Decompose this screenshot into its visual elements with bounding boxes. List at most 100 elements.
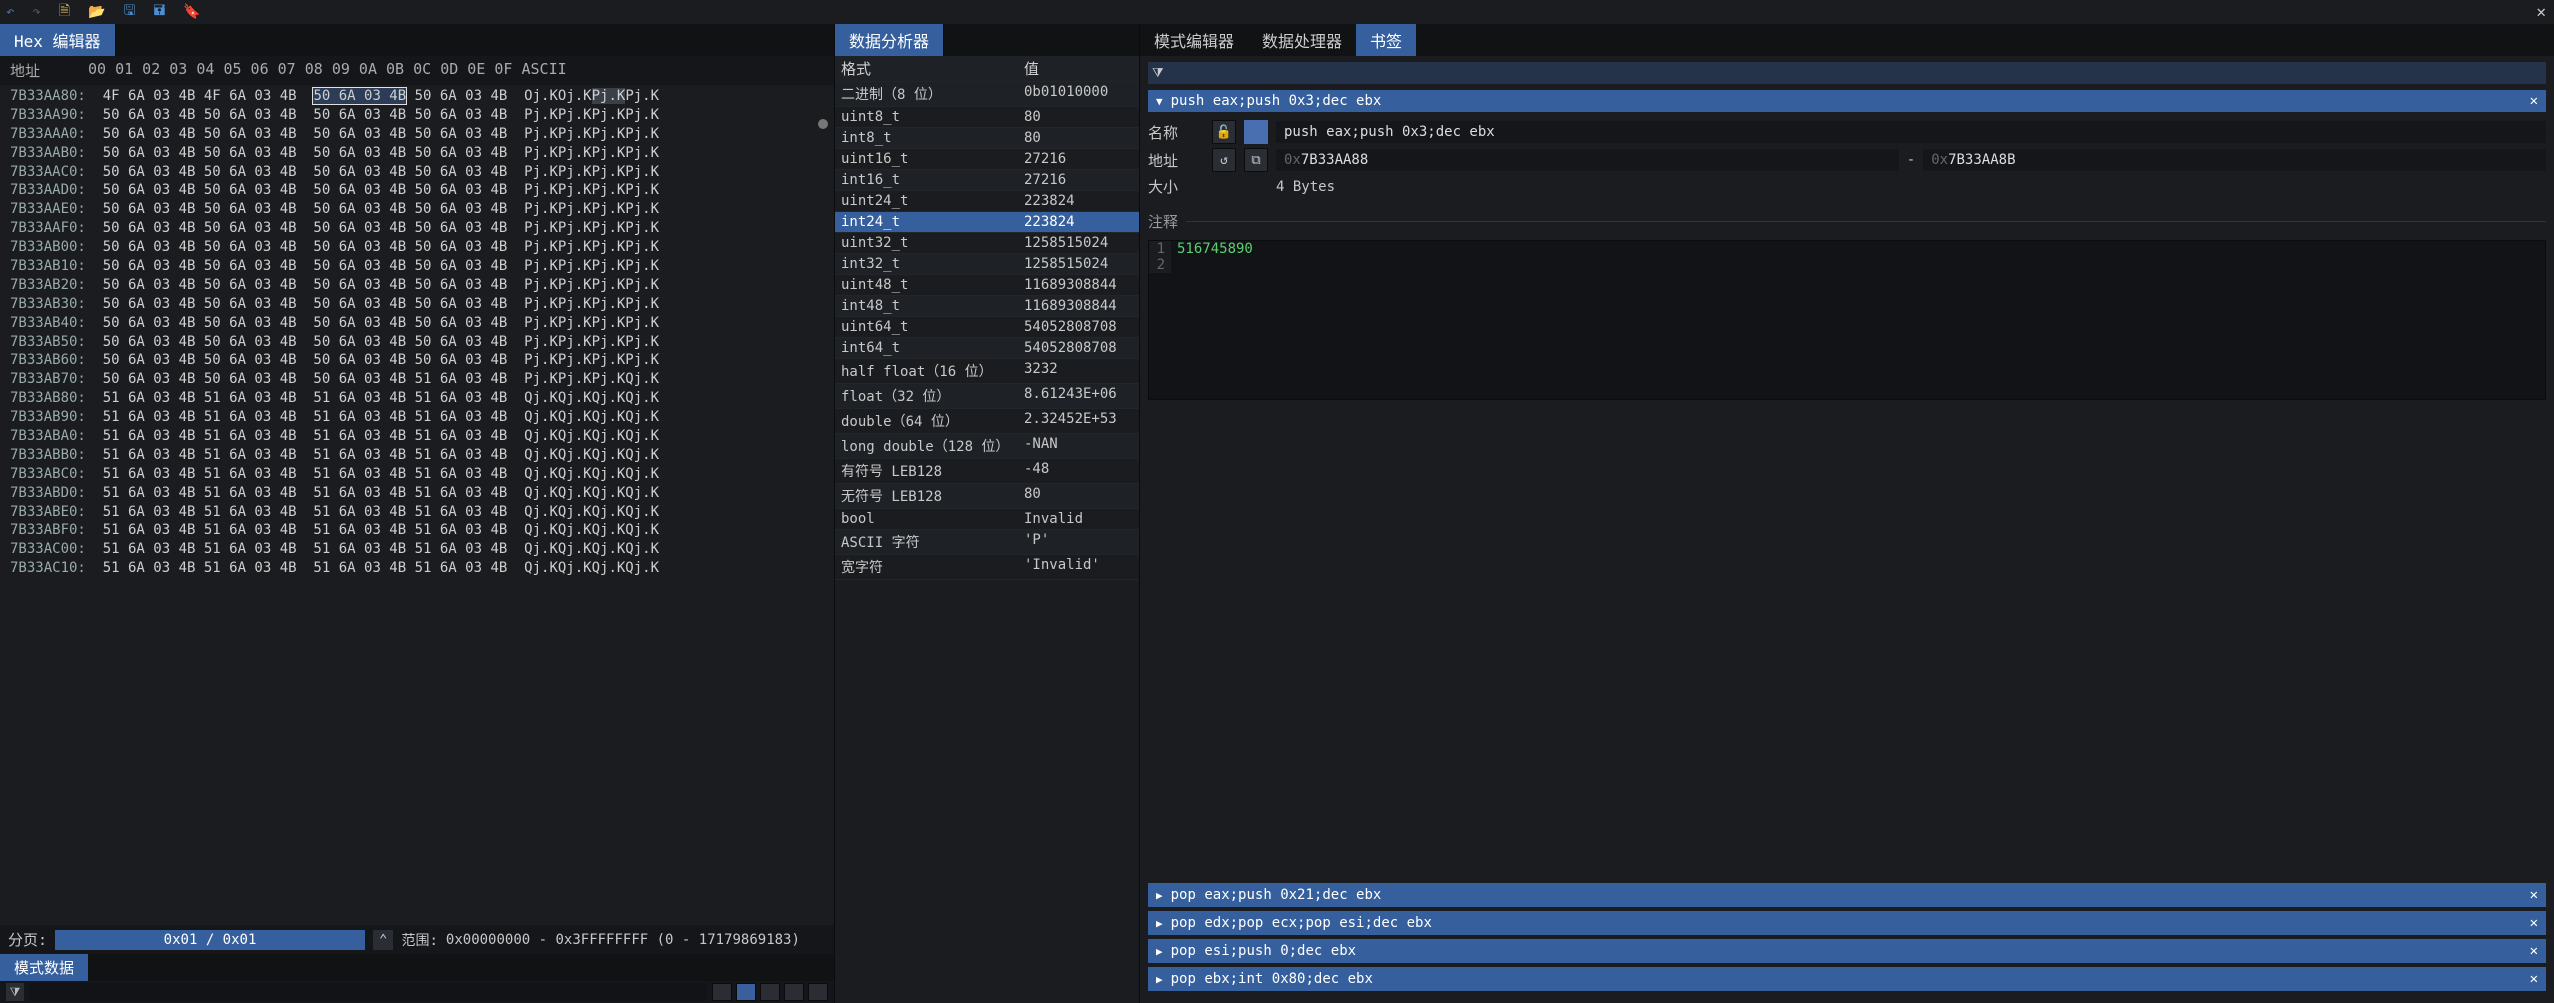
close-icon[interactable]: ✕ [2530,93,2538,109]
pattern-filter-input[interactable] [30,983,706,1001]
hex-view[interactable]: 7B33AA80: 4F 6A 03 4B 4F 6A 03 4B 50 6A … [0,85,834,925]
new-file-icon[interactable]: 🗎 [59,0,70,24]
tab-data-analyzer[interactable]: 数据分析器 [835,24,944,56]
analyzer-row[interactable]: int8_t80 [835,128,1139,149]
bookmark-icon[interactable]: 🔖 [183,4,200,20]
color-swatch[interactable] [1244,120,1268,144]
view-mode-4-icon[interactable] [784,983,804,1001]
analyzer-row[interactable]: uint32_t1258515024 [835,233,1139,254]
hex-row[interactable]: 7B33AB00: 50 6A 03 4B 50 6A 03 4B 50 6A … [10,238,824,257]
hex-row[interactable]: 7B33ABF0: 51 6A 03 4B 51 6A 03 4B 51 6A … [10,521,824,540]
close-icon[interactable]: ✕ [2536,2,2546,21]
hex-row[interactable]: 7B33AAD0: 50 6A 03 4B 50 6A 03 4B 50 6A … [10,181,824,200]
hex-row[interactable]: 7B33ABE0: 51 6A 03 4B 51 6A 03 4B 51 6A … [10,503,824,522]
hex-row[interactable]: 7B33ABC0: 51 6A 03 4B 51 6A 03 4B 51 6A … [10,465,824,484]
undo-icon[interactable]: ↶ [6,4,14,20]
filter-icon[interactable]: ⧩ [1152,66,1164,81]
view-mode-5-icon[interactable] [808,983,828,1001]
hex-row[interactable]: 7B33AB60: 50 6A 03 4B 50 6A 03 4B 50 6A … [10,351,824,370]
hex-row[interactable]: 7B33AB80: 51 6A 03 4B 51 6A 03 4B 51 6A … [10,389,824,408]
hex-row[interactable]: 7B33ABD0: 51 6A 03 4B 51 6A 03 4B 51 6A … [10,484,824,503]
tab-data-processor[interactable]: 数据处理器 [1248,24,1356,56]
analyzer-row[interactable]: 有符号 LEB128-48 [835,459,1139,484]
hex-row[interactable]: 7B33ABB0: 51 6A 03 4B 51 6A 03 4B 51 6A … [10,446,824,465]
hex-row[interactable]: 7B33AAE0: 50 6A 03 4B 50 6A 03 4B 50 6A … [10,200,824,219]
range-label: 范围: [401,930,437,950]
hex-row[interactable]: 7B33ABA0: 51 6A 03 4B 51 6A 03 4B 51 6A … [10,427,824,446]
analyzer-row[interactable]: int32_t1258515024 [835,254,1139,275]
analyzer-row[interactable]: 二进制（8 位）0b01010000 [835,82,1139,107]
close-icon[interactable]: ✕ [2530,915,2538,931]
bookmark-header[interactable]: ▼ push eax;push 0x3;dec ebx ✕ [1148,90,2546,112]
hex-row[interactable]: 7B33AB10: 50 6A 03 4B 50 6A 03 4B 50 6A … [10,257,824,276]
analyzer-row[interactable]: long double（128 位）-NAN [835,434,1139,459]
hex-row[interactable]: 7B33AAF0: 50 6A 03 4B 50 6A 03 4B 50 6A … [10,219,824,238]
close-icon[interactable]: ✕ [2530,943,2538,959]
comment-editor[interactable]: 15167458902 [1148,240,2546,400]
hex-row[interactable]: 7B33AAB0: 50 6A 03 4B 50 6A 03 4B 50 6A … [10,144,824,163]
hex-row[interactable]: 7B33AB20: 50 6A 03 4B 50 6A 03 4B 50 6A … [10,276,824,295]
hex-row[interactable]: 7B33AA90: 50 6A 03 4B 50 6A 03 4B 50 6A … [10,106,824,125]
page-label: 分页: [8,929,47,950]
bookmark-filter-bar: ⧩ [1148,62,2546,84]
copy-icon[interactable]: ⧉ [1244,148,1268,172]
bookmark-item[interactable]: ▶pop eax;push 0x21;dec ebx✕ [1148,883,2546,907]
addr-from-input[interactable]: 0x7B33AA88 [1276,149,1899,171]
addr-label: 地址 [1148,150,1204,171]
analyzer-row[interactable]: boolInvalid [835,509,1139,530]
bookmark-item[interactable]: ▶pop ebx;int 0x80;dec ebx✕ [1148,967,2546,991]
bookmark-list: ▶pop eax;push 0x21;dec ebx✕ ▶pop edx;pop … [1148,883,2546,991]
tab-hex-editor[interactable]: Hex 编辑器 [0,24,116,56]
scrollbar-thumb[interactable] [818,119,828,129]
save-icon[interactable]: 🖫 [124,0,136,24]
save-as-icon[interactable]: 🖬 [154,0,166,24]
hex-row[interactable]: 7B33AAC0: 50 6A 03 4B 50 6A 03 4B 50 6A … [10,163,824,182]
tab-bookmarks[interactable]: 书签 [1356,24,1416,56]
analyzer-row[interactable]: double（64 位）2.32452E+53 [835,409,1139,434]
analyzer-row[interactable]: uint48_t11689308844 [835,275,1139,296]
page-indicator[interactable]: 0x01 / 0x01 [55,930,365,950]
view-mode-1-icon[interactable] [712,983,732,1001]
name-input[interactable]: push eax;push 0x3;dec ebx [1276,121,2546,143]
chevron-right-icon: ▶ [1156,945,1163,958]
analyzer-row[interactable]: int64_t54052808708 [835,338,1139,359]
open-folder-icon[interactable]: 📂 [88,4,105,20]
analyzer-row[interactable]: int16_t27216 [835,170,1139,191]
analyzer-row[interactable]: half float（16 位）3232 [835,359,1139,384]
analyzer-row[interactable]: uint24_t223824 [835,191,1139,212]
tab-pattern-editor[interactable]: 模式编辑器 [1140,24,1248,56]
hex-row[interactable]: 7B33AB90: 51 6A 03 4B 51 6A 03 4B 51 6A … [10,408,824,427]
analyzer-row[interactable]: ASCII 字符'P' [835,530,1139,555]
close-icon[interactable]: ✕ [2530,971,2538,987]
hex-row[interactable]: 7B33AB50: 50 6A 03 4B 50 6A 03 4B 50 6A … [10,333,824,352]
size-label: 大小 [1148,176,1204,197]
hex-row[interactable]: 7B33AB30: 50 6A 03 4B 50 6A 03 4B 50 6A … [10,295,824,314]
refresh-icon[interactable]: ↺ [1212,148,1236,172]
analyzer-row[interactable]: int48_t11689308844 [835,296,1139,317]
analyzer-row[interactable]: uint8_t80 [835,107,1139,128]
hex-row[interactable]: 7B33AB40: 50 6A 03 4B 50 6A 03 4B 50 6A … [10,314,824,333]
analyzer-row[interactable]: uint16_t27216 [835,149,1139,170]
tab-pattern-data[interactable]: 模式数据 [0,954,88,981]
hex-row[interactable]: 7B33AC10: 51 6A 03 4B 51 6A 03 4B 51 6A … [10,559,824,578]
addr-label: 地址 [10,60,80,81]
hex-row[interactable]: 7B33AB70: 50 6A 03 4B 50 6A 03 4B 50 6A … [10,370,824,389]
close-icon[interactable]: ✕ [2530,887,2538,903]
view-mode-3-icon[interactable] [760,983,780,1001]
analyzer-row[interactable]: 宽字符'Invalid' [835,555,1139,580]
hex-row[interactable]: 7B33AAA0: 50 6A 03 4B 50 6A 03 4B 50 6A … [10,125,824,144]
hex-row[interactable]: 7B33AC00: 51 6A 03 4B 51 6A 03 4B 51 6A … [10,540,824,559]
bookmark-item[interactable]: ▶pop esi;push 0;dec ebx✕ [1148,939,2546,963]
bookmark-item[interactable]: ▶pop edx;pop ecx;pop esi;dec ebx✕ [1148,911,2546,935]
page-up-icon[interactable]: ⌃ [373,930,393,950]
hex-row[interactable]: 7B33AA80: 4F 6A 03 4B 4F 6A 03 4B 50 6A … [10,87,824,106]
lock-icon[interactable]: 🔓 [1212,120,1236,144]
addr-to-input[interactable]: 0x7B33AA8B [1923,149,2546,171]
analyzer-row[interactable]: uint64_t54052808708 [835,317,1139,338]
redo-icon[interactable]: ↷ [32,4,40,20]
analyzer-row[interactable]: int24_t223824 [835,212,1139,233]
filter-icon[interactable]: ⧩ [6,983,24,1001]
view-mode-2-icon[interactable] [736,983,756,1001]
analyzer-row[interactable]: float（32 位）8.61243E+06 [835,384,1139,409]
analyzer-row[interactable]: 无符号 LEB12880 [835,484,1139,509]
